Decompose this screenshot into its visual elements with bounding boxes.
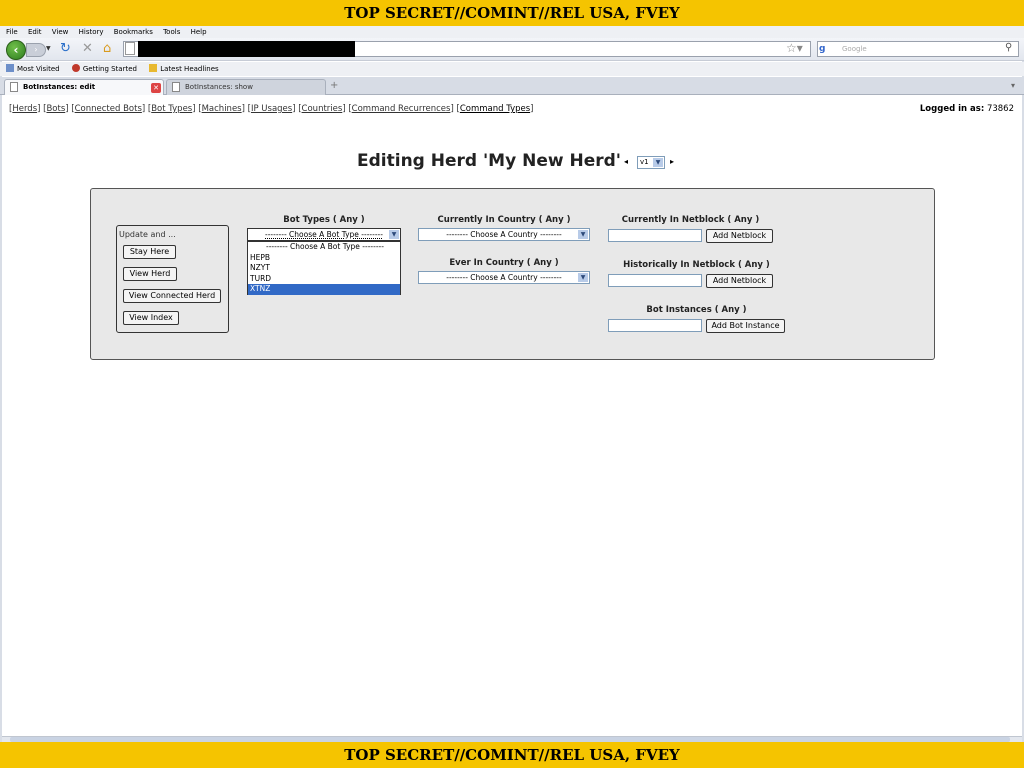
add-historical-netblock-button[interactable]: Add Netblock <box>706 274 773 288</box>
current-netblock-input[interactable] <box>608 229 702 242</box>
search-icon[interactable]: ⚲ <box>1005 42 1012 53</box>
chevron-down-icon: ▼ <box>578 230 588 239</box>
ever-country-label: Ever In Country ( Any ) <box>449 258 559 268</box>
page-title: Editing Herd 'My New Herd' <box>357 151 621 171</box>
search-input[interactable]: Google <box>817 41 1019 57</box>
document-icon <box>172 82 180 92</box>
user-id: 73862 <box>986 104 1014 114</box>
nav-link-countries[interactable]: Countries <box>302 104 343 114</box>
tab-list-icon[interactable]: ▾ <box>1011 81 1015 90</box>
version-value: v1 <box>640 158 649 166</box>
add-current-netblock-button[interactable]: Add Netblock <box>706 229 773 243</box>
classification-banner-bottom: TOP SECRET//COMINT//REL USA, FVEY <box>0 742 1024 768</box>
browser-frame <box>0 26 1024 742</box>
bookmark-most-visited[interactable]: Most Visited <box>6 64 60 73</box>
tab-strip: BotInstances: edit ✕ BotInstances: show … <box>0 77 1024 95</box>
nav-link-bots[interactable]: Bots <box>46 104 65 114</box>
current-country-selected: -------- Choose A Country -------- <box>446 230 562 239</box>
version-select[interactable]: v1 ▼ <box>637 156 665 169</box>
new-tab-icon[interactable]: + <box>330 80 338 91</box>
ever-country-select[interactable]: -------- Choose A Country -------- ▼ <box>418 271 590 284</box>
ever-country-selected: -------- Choose A Country -------- <box>446 273 562 282</box>
app-navigation: [Herds] [Bots] [Connected Bots] [Bot Typ… <box>9 104 534 114</box>
browser-menu-bar: File Edit View History Bookmarks Tools H… <box>0 26 1024 38</box>
logged-in-label: Logged in as: <box>919 104 985 114</box>
reload-icon[interactable]: ↻ <box>60 42 71 56</box>
page-icon <box>125 42 135 55</box>
bot-type-option[interactable]: HEPB <box>248 253 400 264</box>
close-tab-icon[interactable]: ✕ <box>151 83 161 93</box>
view-connected-herd-button[interactable]: View Connected Herd <box>123 289 221 303</box>
historical-netblock-input[interactable] <box>608 274 702 287</box>
bot-type-option-highlighted[interactable]: XTNZ <box>248 284 400 295</box>
bot-type-select[interactable]: -------- Choose A Bot Type -------- ▼ <box>247 228 401 241</box>
home-icon[interactable]: ⌂ <box>103 42 111 56</box>
search-engine-icon[interactable]: g <box>819 43 831 55</box>
view-index-button[interactable]: View Index <box>123 311 179 325</box>
tab-botinstances-show[interactable]: BotInstances: show <box>166 79 326 95</box>
nav-link-command-types[interactable]: Command Types <box>460 104 530 114</box>
historical-netblock-label: Historically In Netblock ( Any ) <box>623 260 770 270</box>
bookmark-getting-started[interactable]: Getting Started <box>71 64 137 73</box>
current-netblock-label: Currently In Netblock ( Any ) <box>621 215 760 225</box>
view-herd-button[interactable]: View Herd <box>123 267 177 281</box>
address-redaction <box>138 41 355 57</box>
tab-botinstances-edit[interactable]: BotInstances: edit ✕ <box>4 79 164 95</box>
bookmark-icon <box>6 64 14 72</box>
bot-type-selected: -------- Choose A Bot Type -------- <box>265 230 383 239</box>
current-country-label: Currently In Country ( Any ) <box>437 215 571 225</box>
bookmarks-toolbar: Most Visited Getting Started Latest Head… <box>0 62 1024 76</box>
next-version-icon[interactable]: ▸ <box>670 157 674 166</box>
forward-icon[interactable]: › <box>26 43 46 57</box>
chevron-down-icon: ▼ <box>653 158 663 167</box>
menu-history[interactable]: History <box>79 28 104 36</box>
firefox-icon <box>71 64 80 72</box>
tab-label: BotInstances: edit <box>23 83 96 91</box>
bookmark-latest-headlines[interactable]: Latest Headlines <box>149 64 219 73</box>
nav-link-machines[interactable]: Machines <box>202 104 242 114</box>
previous-version-icon[interactable]: ◂ <box>624 157 628 166</box>
stop-icon[interactable]: ✕ <box>82 42 93 56</box>
bot-types-label: Bot Types ( Any ) <box>283 215 365 225</box>
nav-link-ip-usages[interactable]: IP Usages <box>251 104 292 114</box>
classification-banner-top: TOP SECRET//COMINT//REL USA, FVEY <box>0 0 1024 26</box>
menu-edit[interactable]: Edit <box>28 28 42 36</box>
document-icon <box>10 82 18 92</box>
nav-link-connected-bots[interactable]: Connected Bots <box>75 104 142 114</box>
bot-instance-input[interactable] <box>608 319 702 332</box>
history-dropdown-icon[interactable]: ▼ <box>46 45 51 52</box>
nav-link-herds[interactable]: Herds <box>12 104 37 114</box>
menu-bookmarks[interactable]: Bookmarks <box>114 28 153 36</box>
bookmark-star-icon[interactable]: ☆▾ <box>786 41 803 55</box>
add-bot-instance-button[interactable]: Add Bot Instance <box>706 319 785 333</box>
menu-help[interactable]: Help <box>191 28 207 36</box>
stay-here-button[interactable]: Stay Here <box>123 245 176 259</box>
chevron-down-icon: ▼ <box>389 230 399 239</box>
nav-link-bot-types[interactable]: Bot Types <box>151 104 192 114</box>
nav-link-command-recurrences[interactable]: Command Recurrences <box>352 104 451 114</box>
menu-file[interactable]: File <box>6 28 18 36</box>
bot-type-option[interactable]: NZYT <box>248 263 400 274</box>
tab-label: BotInstances: show <box>185 83 253 91</box>
bot-type-option[interactable]: TURD <box>248 274 400 285</box>
rss-folder-icon <box>149 64 158 72</box>
menu-tools[interactable]: Tools <box>163 28 180 36</box>
logged-in-status: Logged in as: 73862 <box>920 104 1014 114</box>
bot-type-dropdown-list: -------- Choose A Bot Type -------- HEPB… <box>247 241 401 295</box>
update-label: Update and ... <box>119 230 176 239</box>
chevron-down-icon: ▼ <box>578 273 588 282</box>
bot-instances-label: Bot Instances ( Any ) <box>646 305 747 315</box>
menu-view[interactable]: View <box>52 28 69 36</box>
current-country-select[interactable]: -------- Choose A Country -------- ▼ <box>418 228 590 241</box>
back-icon[interactable]: ‹ <box>6 40 26 60</box>
bot-type-option[interactable]: -------- Choose A Bot Type -------- <box>248 242 400 253</box>
